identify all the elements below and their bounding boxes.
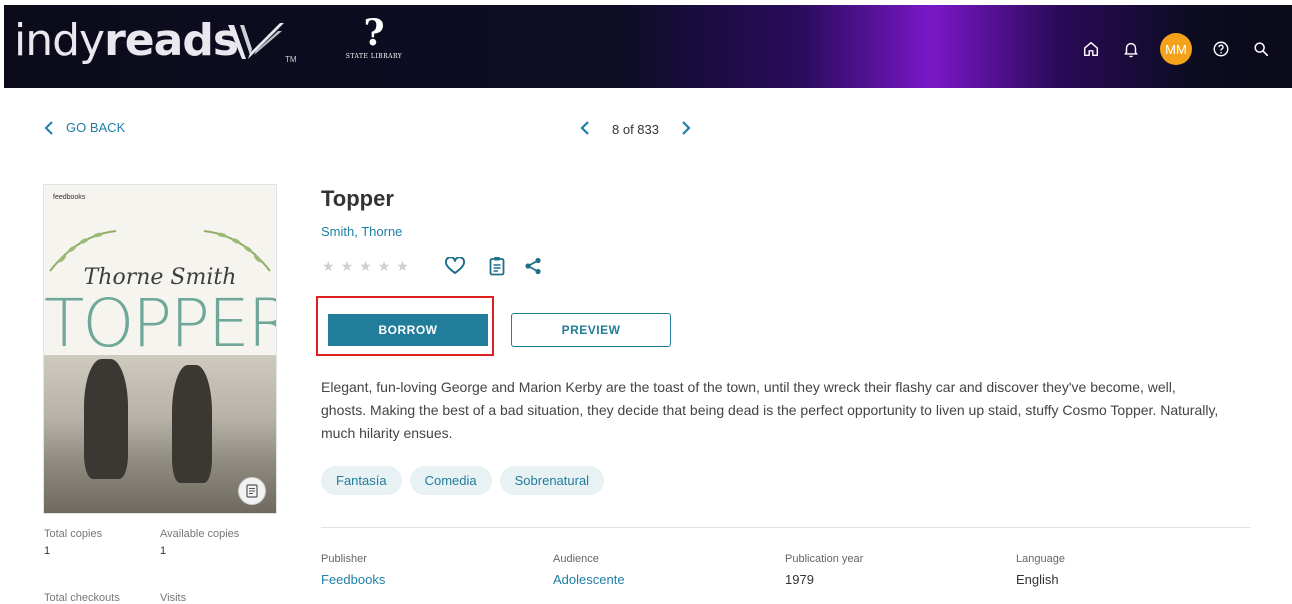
next-result-button[interactable] [681,119,691,140]
preview-button[interactable]: PREVIEW [511,313,671,347]
chevron-left-icon [580,121,589,135]
book-description: Elegant, fun-loving George and Marion Ke… [321,379,1219,441]
previous-result-button[interactable] [580,119,590,140]
audience-link[interactable]: Adolescente [553,572,625,587]
publisher-detail: Publisher Feedbooks [321,553,386,587]
language-detail: Language English [1016,553,1065,587]
help-icon[interactable] [1210,38,1232,60]
cover-title: TOPPER [44,285,277,362]
language-value: English [1016,572,1059,587]
book-title: Topper [321,186,394,211]
star-icon[interactable]: ★ [378,258,391,275]
share-icon[interactable] [523,256,543,276]
avatar[interactable]: MM [1160,33,1192,65]
book-author-link[interactable]: Smith, Thorne [321,224,402,239]
genre-tag[interactable]: Comedia [409,466,492,495]
genre-tag[interactable]: Sobrenatural [499,466,605,495]
rating-stars[interactable]: ★ ★ ★ ★ ★ [322,258,409,275]
go-back-label: GO BACK [66,120,126,135]
cover-figure-man [84,359,128,479]
brand-mark-icon [228,23,284,59]
heart-icon[interactable] [444,256,465,276]
section-divider [321,527,1251,528]
trademark-mark: TM [285,55,297,64]
cover-publisher-mark: feedbooks [53,194,86,201]
publisher-link[interactable]: Feedbooks [321,572,385,587]
top-bar: indyreads TM ? STATE LIBRARY MM [4,5,1292,88]
bell-icon[interactable] [1120,38,1142,60]
publication-year-detail: Publication year 1979 [785,553,864,587]
chevron-right-icon [682,121,691,135]
chevron-left-icon [44,120,53,135]
borrow-button[interactable]: BORROW [328,314,488,346]
book-actions: ★ ★ ★ ★ ★ [322,256,543,276]
total-copies: Total copies 1 [44,528,103,557]
star-icon[interactable]: ★ [341,258,354,275]
clipboard-icon[interactable] [487,256,507,276]
book-cover[interactable]: feedbooks Thorne Smith TOPPER [43,184,277,514]
available-copies: Available copies 1 [160,528,240,557]
header-nav: MM [1080,33,1272,65]
result-pager: 8 of 833 [580,119,691,140]
home-icon[interactable] [1080,38,1102,60]
state-library-logo: ? STATE LIBRARY [345,12,403,60]
total-checkouts: Total checkouts [44,592,120,604]
star-icon[interactable]: ★ [396,258,409,275]
ebook-format-icon [238,477,266,505]
pager-position: 8 of 833 [612,122,659,137]
publication-year-value: 1979 [785,572,814,587]
cover-figure-woman [172,365,212,483]
star-icon[interactable]: ★ [359,258,372,275]
search-icon[interactable] [1250,38,1272,60]
star-icon[interactable]: ★ [322,258,335,275]
go-back-link[interactable]: GO BACK [44,120,125,135]
brand-logo[interactable]: indyreads [14,13,239,69]
genre-tag[interactable]: Fantasía [321,466,402,495]
visits: Visits [160,592,187,604]
audience-detail: Audience Adolescente [553,553,625,587]
genre-tags: Fantasía Comedia Sobrenatural [321,466,605,495]
